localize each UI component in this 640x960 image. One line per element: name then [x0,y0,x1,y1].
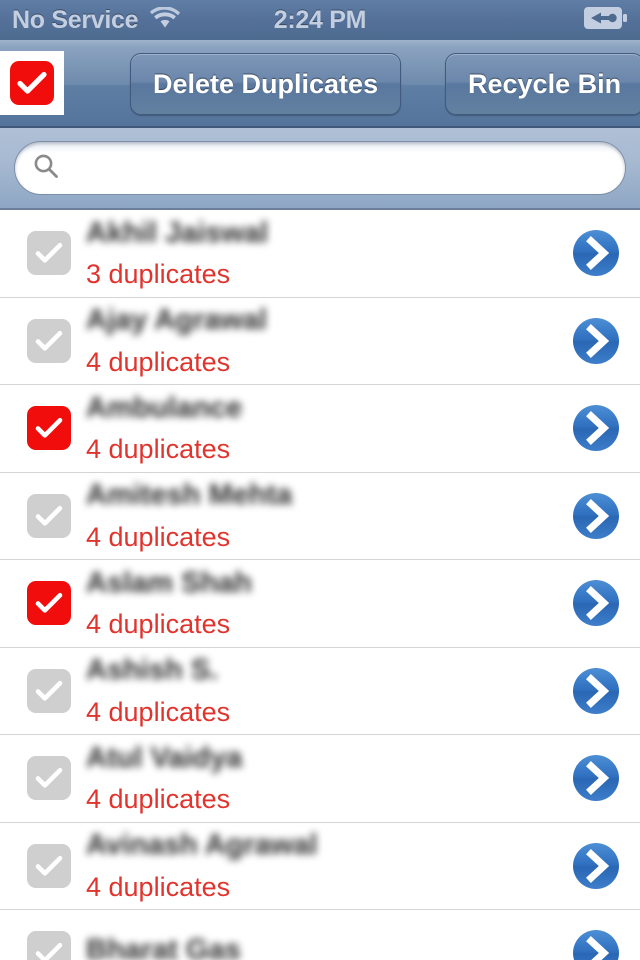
status-bar: No Service 2:24 PM [0,0,640,40]
app-screen: No Service 2:24 PM Delete Duplicates Rec… [0,0,640,960]
table-row[interactable]: Atul Vaidya 4 duplicates [0,735,640,823]
search-bar [0,128,640,210]
search-field[interactable] [14,141,626,195]
chevron-right-icon[interactable] [568,225,624,281]
row-checkbox[interactable] [18,318,80,363]
row-text: Ambulance 4 duplicates [80,393,568,464]
toolbar: Delete Duplicates Recycle Bin [0,40,640,128]
table-row[interactable]: Avinash Agrawal 4 duplicates [0,822,640,910]
table-row[interactable]: Ajay Agrawal 4 duplicates [0,297,640,385]
select-all-checkbox[interactable] [0,51,64,115]
row-text: Amitesh Mehta 4 duplicates [80,480,568,551]
table-row[interactable]: Bharat Gas [0,910,640,960]
duplicate-count: 4 duplicates [86,434,231,465]
table-row[interactable]: Ambulance 4 duplicates [0,385,640,473]
row-checkbox[interactable] [18,668,80,713]
checkmark-icon [10,61,54,105]
contact-name: Aslam Shah [86,567,252,599]
delete-duplicates-button[interactable]: Delete Duplicates [130,53,402,115]
row-checkbox[interactable] [18,843,80,888]
duplicate-count: 4 duplicates [86,346,231,377]
duplicate-count: 4 duplicates [86,696,231,727]
duplicate-count: 3 duplicates [86,259,231,290]
table-row[interactable]: Aslam Shah 4 duplicates [0,560,640,648]
wifi-icon [150,5,181,34]
contact-name: Amitesh Mehta [86,480,293,512]
checkmark-icon [27,756,71,801]
row-checkbox[interactable] [18,756,80,801]
duplicate-count: 4 duplicates [86,609,231,640]
checkmark-icon [27,581,71,626]
duplicate-count: 4 duplicates [86,521,231,552]
row-text: Ashish S. 4 duplicates [80,655,568,726]
row-text: Bharat Gas [80,935,568,960]
duplicate-count: 4 duplicates [86,871,231,902]
chevron-right-icon[interactable] [568,750,624,806]
checkmark-icon [27,843,71,888]
carrier-label: No Service [12,5,139,34]
checkmark-icon [27,668,71,713]
chevron-right-icon[interactable] [568,400,624,456]
row-text: Atul Vaidya 4 duplicates [80,743,568,814]
checkmark-icon [27,931,71,960]
checkmark-icon [27,318,71,363]
table-row[interactable]: Akhil Jaiswal 3 duplicates [0,210,640,298]
chevron-right-icon[interactable] [568,925,624,960]
checkmark-icon [27,406,71,451]
contact-name: Bharat Gas [86,935,241,960]
status-bar-left: No Service [12,5,181,35]
row-checkbox[interactable] [18,493,80,538]
status-bar-right [584,6,628,34]
recycle-bin-button[interactable]: Recycle Bin [445,53,640,115]
contact-name: Ashish S. [86,655,219,687]
contact-name: Ajay Agrawal [86,305,268,337]
checkmark-icon [27,231,71,276]
chevron-right-icon[interactable] [568,663,624,719]
duplicate-count: 4 duplicates [86,784,231,815]
table-row[interactable]: Ashish S. 4 duplicates [0,647,640,735]
row-text: Aslam Shah 4 duplicates [80,568,568,639]
search-icon [33,153,59,184]
row-checkbox[interactable] [18,406,80,451]
contact-name: Ambulance [86,392,243,424]
duplicates-list[interactable]: Akhil Jaiswal 3 duplicates Ajay Agrawal 4 d… [0,210,640,960]
contact-name: Atul Vaidya [86,742,243,774]
row-checkbox[interactable] [18,581,80,626]
row-text: Akhil Jaiswal 3 duplicates [80,218,568,289]
table-row[interactable]: Amitesh Mehta 4 duplicates [0,472,640,560]
row-text: Avinash Agrawal 4 duplicates [80,830,568,901]
row-text: Ajay Agrawal 4 duplicates [80,305,568,376]
chevron-right-icon[interactable] [568,313,624,369]
row-checkbox[interactable] [18,931,80,960]
chevron-right-icon[interactable] [568,838,624,894]
battery-charging-icon [584,6,628,34]
row-checkbox[interactable] [18,231,80,276]
chevron-right-icon[interactable] [568,575,624,631]
contact-name: Akhil Jaiswal [86,217,269,249]
checkmark-icon [27,493,71,538]
chevron-right-icon[interactable] [568,488,624,544]
contact-name: Avinash Agrawal [86,830,318,862]
search-input[interactable] [71,151,607,185]
